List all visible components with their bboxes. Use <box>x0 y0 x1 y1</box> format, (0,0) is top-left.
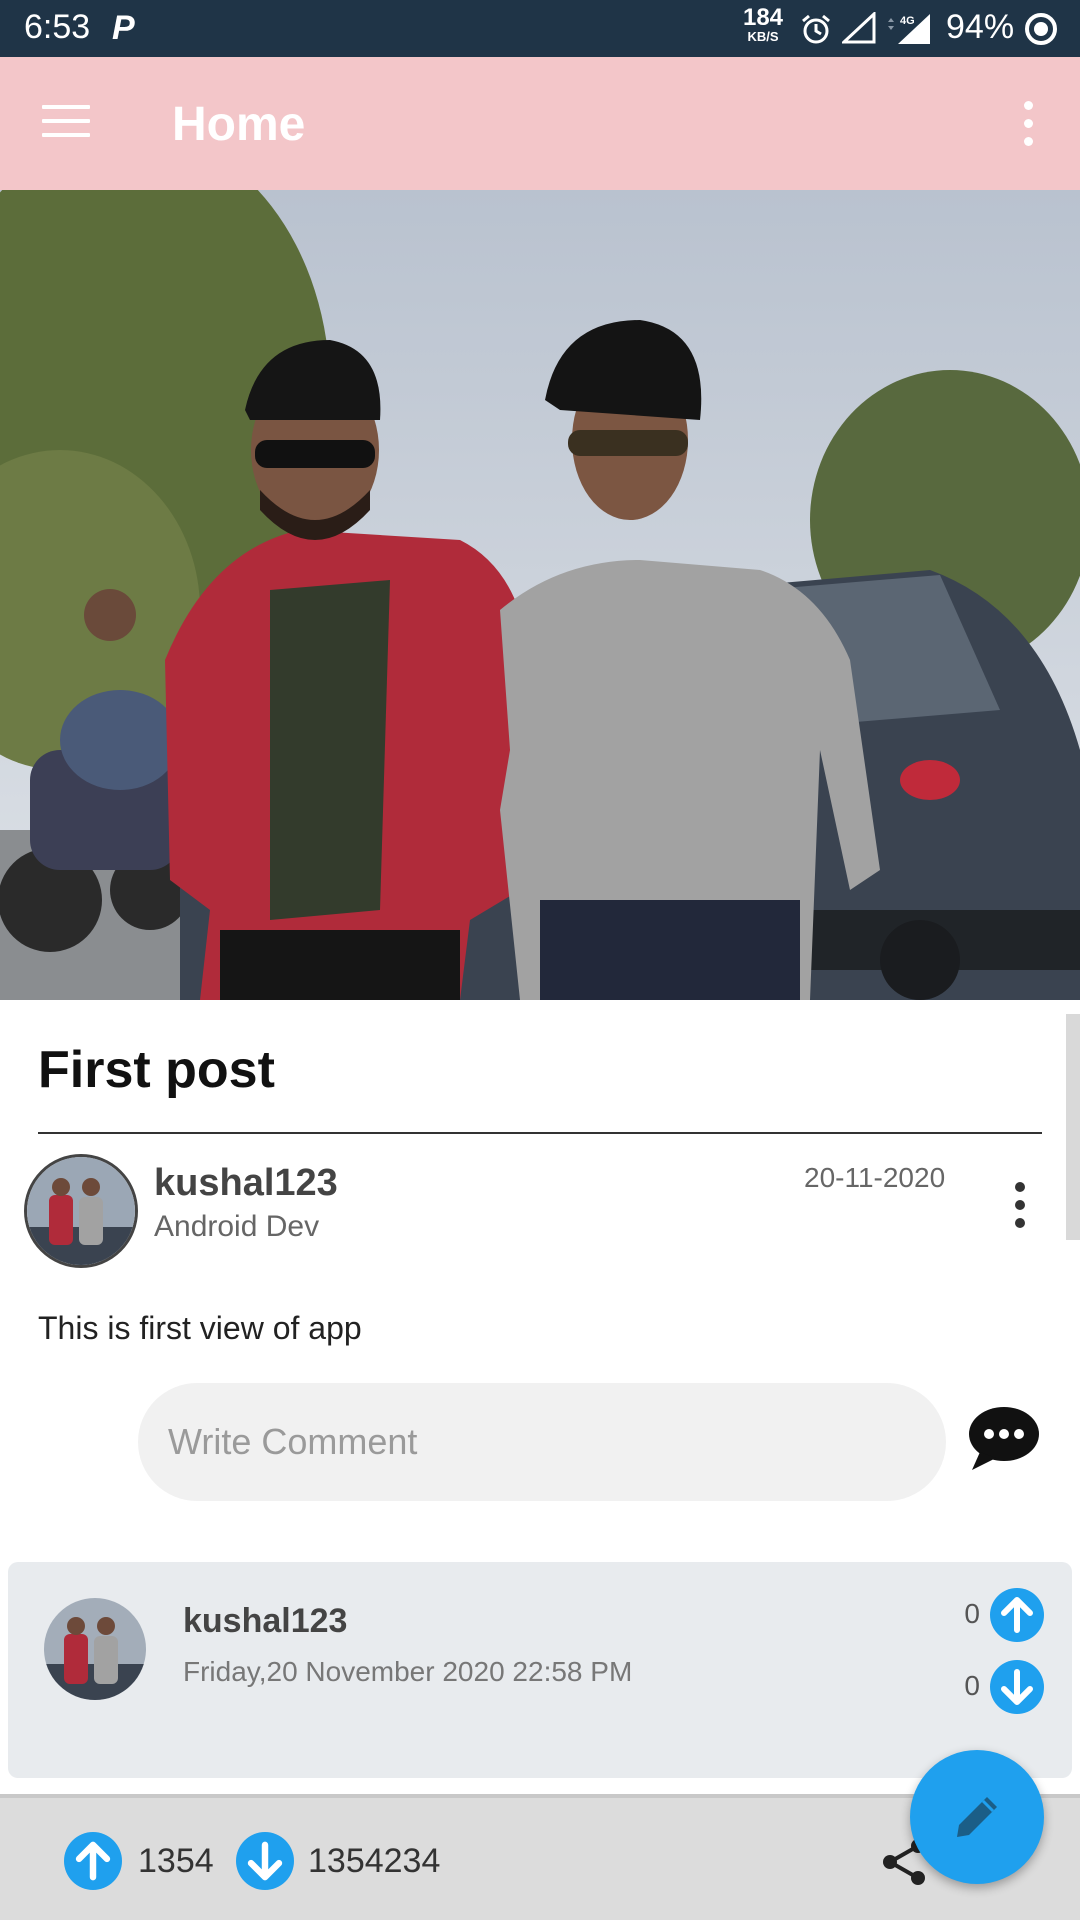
parking-app-icon: P <box>112 9 135 47</box>
edit-fab-button[interactable] <box>910 1750 1044 1884</box>
comment-downvote-button[interactable] <box>990 1660 1044 1714</box>
status-bar: 6:53 P 184 KB/S 4G 94% <box>0 0 1080 57</box>
edit-icon <box>957 1797 997 1837</box>
post-title: First post <box>38 1041 275 1099</box>
post-body: This is first view of app <box>38 1310 362 1346</box>
comment-upvote-count: 0 <box>964 1598 980 1629</box>
comment-send-icon[interactable] <box>966 1404 1042 1474</box>
scrollbar-thumb[interactable] <box>1066 1014 1080 1240</box>
alarm-icon <box>802 14 830 44</box>
battery-icon <box>1025 13 1057 45</box>
status-time: 6:53 <box>24 8 91 46</box>
comment-downvote-count: 0 <box>964 1670 980 1701</box>
battery-level: 94% <box>946 8 1015 46</box>
signal-icon <box>842 12 876 44</box>
post-options-icon[interactable] <box>1010 1182 1030 1232</box>
upvote-icon <box>75 1841 111 1881</box>
comment-timestamp: Friday,20 November 2020 22:58 PM <box>183 1656 633 1687</box>
upvote-icon <box>1001 1597 1033 1633</box>
app-bar: Home <box>0 57 1080 190</box>
overflow-menu-icon[interactable] <box>1018 101 1038 147</box>
comment-input[interactable] <box>138 1383 946 1501</box>
network-type: 4G <box>900 15 915 27</box>
page-title: Home <box>172 98 306 151</box>
comment-author-name[interactable]: kushal123 <box>183 1602 347 1641</box>
network-speed: 184 KB/S <box>740 4 786 44</box>
commenter-avatar[interactable] <box>44 1598 146 1700</box>
comment-upvote-button[interactable] <box>990 1588 1044 1642</box>
downvote-icon <box>1001 1669 1033 1705</box>
post-downvote-count: 1354234 <box>308 1842 441 1880</box>
post-upvote-button[interactable] <box>64 1832 122 1890</box>
author-avatar[interactable] <box>24 1154 138 1268</box>
signal-4g-icon: 4G <box>888 14 930 44</box>
post-divider <box>38 1132 1042 1134</box>
hamburger-menu-icon[interactable] <box>42 105 90 145</box>
post-author-name[interactable]: kushal123 <box>154 1162 338 1205</box>
post-date: 20-11-2020 <box>804 1162 946 1193</box>
network-speed-unit: KB/S <box>747 29 779 44</box>
post-downvote-button[interactable] <box>236 1832 294 1890</box>
downvote-icon <box>247 1841 283 1881</box>
post-image[interactable] <box>0 190 1080 1000</box>
post-author-role: Android Dev <box>154 1210 320 1243</box>
post-upvote-count: 1354 <box>138 1842 214 1880</box>
network-speed-value: 184 <box>742 4 784 31</box>
